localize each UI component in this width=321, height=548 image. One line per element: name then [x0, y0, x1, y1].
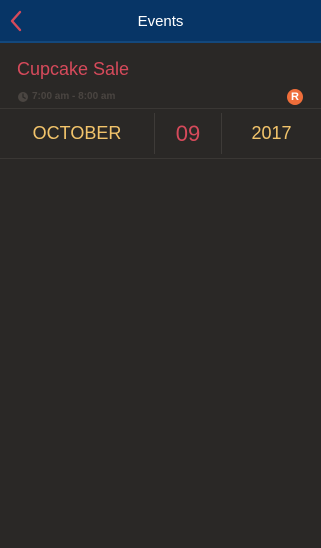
event-time-row: 7:00 am - 8:00 am: [18, 91, 115, 102]
event-month: OCTOBER: [32, 123, 122, 143]
page-title: Events: [137, 13, 184, 30]
event-title: Cupcake Sale: [17, 59, 130, 79]
app-screen: Events Cupcake Sale 7:00 am - 8:00 am R …: [0, 0, 321, 548]
event-date-row: OCTOBER 09 2017: [0, 108, 321, 159]
registered-badge: R: [287, 89, 303, 105]
top-bar: Events: [0, 0, 321, 43]
event-day: 09: [175, 121, 201, 146]
event-year: 2017: [251, 123, 292, 143]
event-time: 7:00 am - 8:00 am: [32, 91, 116, 102]
clock-icon: [18, 91, 28, 102]
